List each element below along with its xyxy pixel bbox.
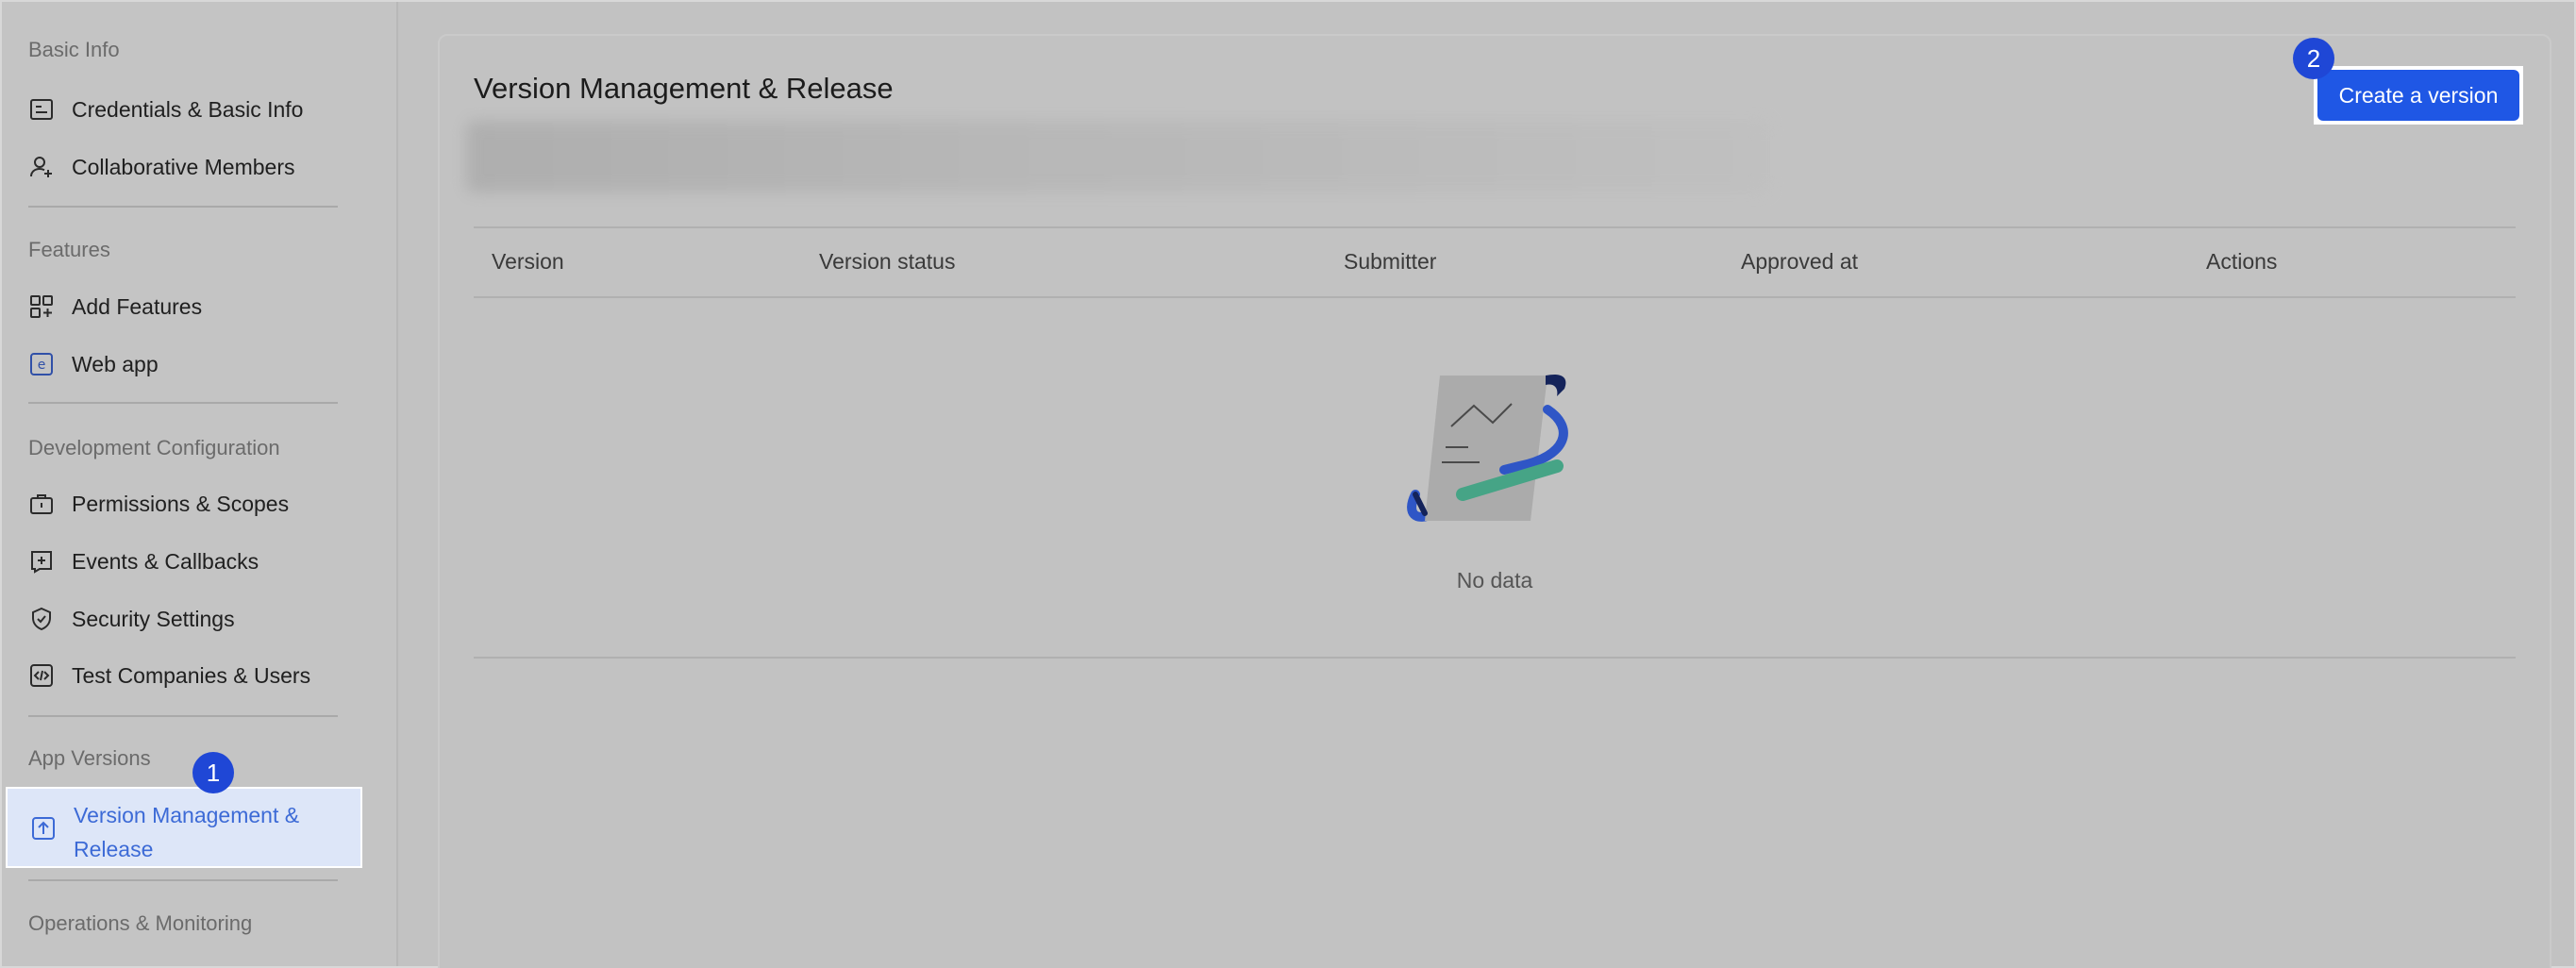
sidebar-item-label: Security Settings bbox=[72, 606, 235, 631]
sidebar-item-web-app[interactable]: e Web app bbox=[28, 343, 159, 385]
sidebar-item-label: Collaborative Members bbox=[72, 154, 295, 179]
group-title-ops: Operations & Monitoring bbox=[28, 911, 253, 935]
sidebar-item-add-features[interactable]: Add Features bbox=[28, 286, 202, 327]
briefcase-lock-icon bbox=[28, 491, 55, 517]
sidebar-item-test[interactable]: Test Companies & Users bbox=[28, 655, 310, 696]
upload-box-icon bbox=[30, 815, 57, 842]
sidebar-item-label: Permissions & Scopes bbox=[72, 491, 290, 516]
step-badge-1: 1 bbox=[192, 752, 234, 793]
sidebar-divider bbox=[28, 206, 338, 208]
sidebar-item-label: Web app bbox=[72, 351, 159, 376]
group-title-app-versions: App Versions bbox=[28, 746, 151, 770]
grid-add-icon bbox=[28, 293, 55, 320]
sidebar-item-credentials[interactable]: Credentials & Basic Info bbox=[28, 89, 303, 130]
group-title-features: Features bbox=[28, 238, 110, 261]
blurred-description bbox=[466, 121, 1768, 192]
sidebar-item-members[interactable]: Collaborative Members bbox=[28, 146, 294, 188]
create-version-highlight: Create a version bbox=[2314, 66, 2523, 125]
code-box-icon bbox=[28, 662, 55, 689]
column-header-approved-at: Approved at bbox=[1741, 249, 1859, 274]
sidebar-divider bbox=[28, 715, 338, 717]
sidebar-divider bbox=[28, 879, 338, 881]
empty-state-icon bbox=[1406, 372, 1583, 534]
page-title: Version Management & Release bbox=[474, 72, 894, 105]
svg-text:e: e bbox=[38, 358, 46, 373]
group-title-dev-config: Development Configuration bbox=[28, 436, 280, 459]
step-badge-2: 2 bbox=[2293, 38, 2334, 79]
column-header-actions: Actions bbox=[2206, 249, 2278, 274]
sidebar-divider bbox=[28, 402, 338, 404]
table-bottom-border bbox=[474, 657, 2516, 659]
sidebar-item-events[interactable]: Events & Callbacks bbox=[28, 541, 259, 582]
sidebar-item-label: Add Features bbox=[72, 293, 203, 319]
sidebar-item-security[interactable]: Security Settings bbox=[28, 598, 235, 640]
sidebar-item-label: Events & Callbacks bbox=[72, 548, 259, 574]
sidebar-item-label: Version Management & Release bbox=[74, 803, 300, 861]
column-header-submitter: Submitter bbox=[1344, 249, 1437, 274]
user-add-icon bbox=[28, 154, 55, 180]
column-header-version: Version bbox=[492, 249, 564, 274]
table-top-border bbox=[474, 226, 2516, 228]
sidebar-item-version-management[interactable]: Version Management & Release bbox=[6, 787, 362, 868]
create-version-button[interactable]: Create a version bbox=[2317, 70, 2519, 121]
sidebar: Basic Info Credentials & Basic Info Coll… bbox=[2, 2, 398, 966]
event-plus-icon bbox=[28, 548, 55, 575]
empty-state-text: No data bbox=[1456, 568, 1533, 592]
sidebar-item-label: Credentials & Basic Info bbox=[72, 96, 304, 122]
id-card-icon bbox=[28, 96, 55, 123]
sidebar-item-label: Test Companies & Users bbox=[72, 662, 311, 688]
column-header-version-status: Version status bbox=[819, 249, 956, 274]
group-title-basic-info: Basic Info bbox=[28, 38, 120, 61]
table-header-border bbox=[474, 296, 2516, 298]
web-app-icon: e bbox=[28, 351, 55, 377]
sidebar-item-permissions[interactable]: Permissions & Scopes bbox=[28, 483, 289, 525]
shield-check-icon bbox=[28, 606, 55, 632]
